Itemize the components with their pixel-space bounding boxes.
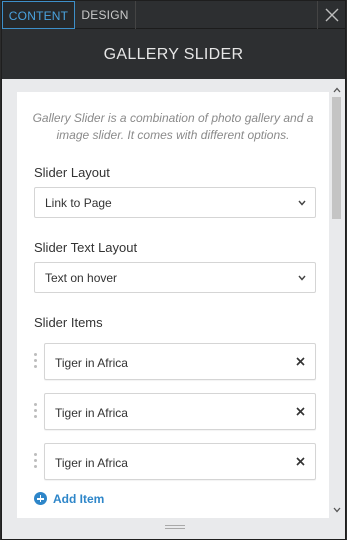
drag-handle-icon[interactable] [34, 403, 38, 421]
list-item[interactable]: Tiger in Africa [44, 443, 316, 480]
panel-title: GALLERY SLIDER [2, 29, 345, 79]
slider-item-label: Tiger in Africa [55, 356, 128, 370]
tab-bar: CONTENT DESIGN [2, 1, 345, 29]
chevron-down-icon [298, 200, 306, 206]
widget-description: Gallery Slider is a combination of photo… [32, 111, 314, 142]
slider-text-layout-label: Slider Text Layout [34, 240, 138, 255]
slider-item-label: Tiger in Africa [55, 456, 128, 470]
remove-icon[interactable] [296, 357, 305, 366]
slider-text-layout-value: Text on hover [45, 271, 118, 285]
tab-content[interactable]: CONTENT [2, 1, 75, 29]
slider-item-label: Tiger in Africa [55, 406, 128, 420]
close-button[interactable] [317, 1, 345, 29]
add-item-label: Add Item [53, 492, 105, 506]
scroll-down-icon[interactable] [333, 507, 341, 513]
drag-handle-icon[interactable] [34, 453, 38, 471]
gallery-slider-panel: CONTENT DESIGN GALLERY SLIDER Gallery Sl… [1, 0, 346, 540]
slider-layout-value: Link to Page [45, 196, 112, 210]
scroll-up-icon[interactable] [333, 87, 341, 93]
settings-content: Gallery Slider is a combination of photo… [17, 92, 329, 518]
chevron-down-icon [298, 275, 306, 281]
remove-icon[interactable] [296, 457, 305, 466]
drag-handle-icon[interactable] [34, 353, 38, 371]
close-icon [325, 8, 339, 22]
remove-icon[interactable] [296, 407, 305, 416]
slider-layout-label: Slider Layout [34, 165, 110, 180]
scroll-thumb[interactable] [332, 97, 341, 219]
list-item[interactable]: Tiger in Africa [44, 393, 316, 430]
tab-design[interactable]: DESIGN [75, 1, 136, 29]
slider-text-layout-select[interactable]: Text on hover [34, 262, 316, 293]
slider-items-label: Slider Items [34, 315, 103, 330]
slider-layout-select[interactable]: Link to Page [34, 187, 316, 218]
resize-grip-icon[interactable] [165, 525, 185, 531]
scrollbar[interactable] [330, 83, 343, 519]
list-item[interactable]: Tiger in Africa [44, 343, 316, 380]
plus-circle-icon [34, 492, 47, 505]
